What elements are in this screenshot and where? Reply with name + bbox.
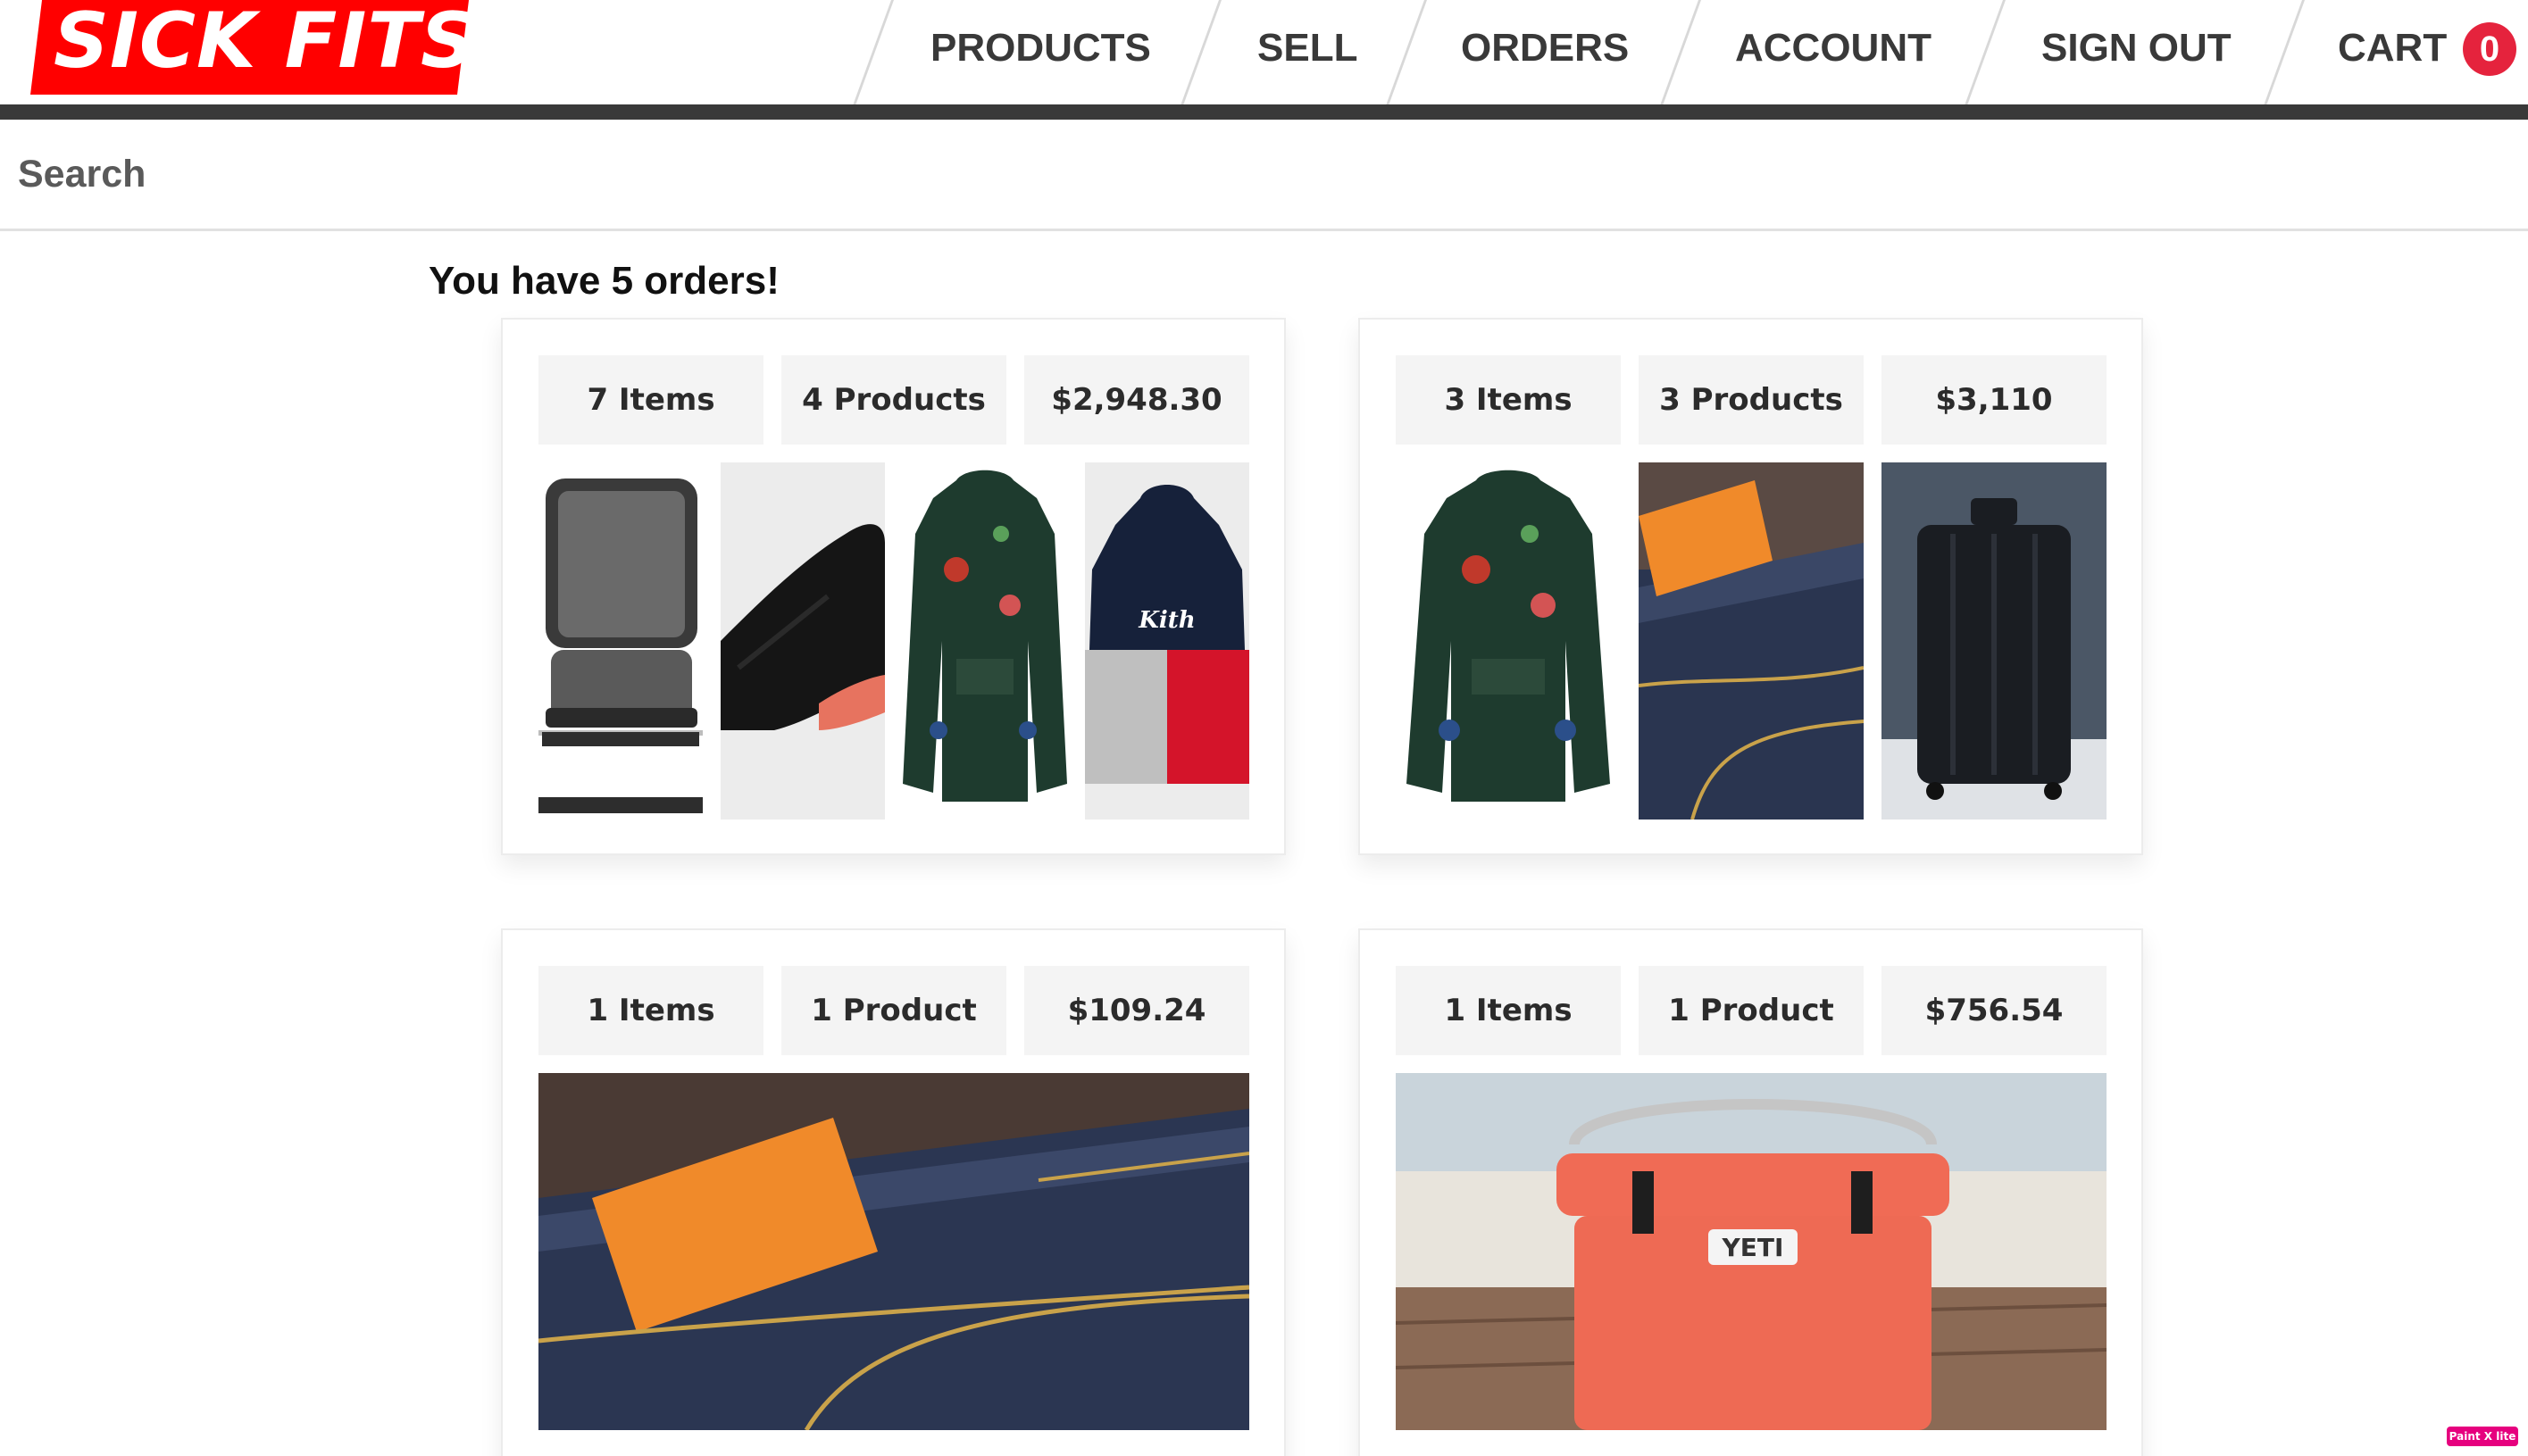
order-meta: 1 Items 1 Product $756.54 (1396, 966, 2107, 1055)
nav-cart[interactable]: CART (2338, 24, 2447, 72)
nav-account[interactable]: ACCOUNT (1735, 24, 1931, 72)
nav-separator (1660, 0, 1701, 104)
svg-text:YETI: YETI (1722, 1233, 1784, 1262)
search-input[interactable] (0, 120, 2528, 229)
nav-orders[interactable]: ORDERS (1461, 24, 1629, 72)
nav-separator (853, 0, 894, 104)
product-image-sneaker (721, 462, 885, 820)
paint-x-lite-badge: Paint X lite (2447, 1427, 2518, 1446)
product-image-anorak (1396, 462, 1621, 820)
order-total: $109.24 (1024, 966, 1249, 1055)
product-image-hoodie: Kith (1085, 462, 1249, 820)
order-item-count: 7 Items (538, 355, 763, 445)
header-divider-bar (0, 104, 2528, 120)
order-images (1396, 462, 2107, 820)
site-header: SICK FITS PRODUCTS SELL ORDERS ACCOUNT S… (0, 0, 2528, 104)
order-card[interactable]: 1 Items 1 Product $109.24 (501, 928, 1286, 1456)
nav-separator (2264, 0, 2305, 104)
order-meta: 3 Items 3 Products $3,110 (1396, 355, 2107, 445)
order-product-count: 1 Product (1639, 966, 1864, 1055)
nav-separator (1965, 0, 2006, 104)
orders-heading: You have 5 orders! (429, 259, 780, 303)
product-image-cooler: YETI (1396, 1073, 2107, 1430)
order-meta: 1 Items 1 Product $109.24 (538, 966, 1249, 1055)
cart-count-badge[interactable]: 0 (2463, 22, 2516, 76)
order-images: YETI (1396, 1073, 2107, 1430)
nav-sell[interactable]: SELL (1257, 24, 1357, 72)
nav-products[interactable]: PRODUCTS (930, 24, 1151, 72)
order-card[interactable]: 1 Items 1 Product $756.54 YETI (1358, 928, 2143, 1456)
order-card[interactable]: 3 Items 3 Products $3,110 (1358, 318, 2143, 855)
order-product-count: 3 Products (1639, 355, 1864, 445)
order-meta: 7 Items 4 Products $2,948.30 (538, 355, 1249, 445)
order-card[interactable]: 7 Items 4 Products $2,948.30 Kith (501, 318, 1286, 855)
product-image-suitcase (1881, 462, 2107, 820)
nav-sign-out[interactable]: SIGN OUT (2041, 24, 2232, 72)
order-item-count: 1 Items (1396, 966, 1621, 1055)
order-item-count: 3 Items (1396, 355, 1621, 445)
order-images (538, 1073, 1249, 1430)
product-image-anorak (903, 462, 1067, 820)
logo-text[interactable]: SICK FITS (54, 0, 477, 86)
nav-separator (1386, 0, 1427, 104)
svg-text:Kith: Kith (1138, 607, 1195, 634)
order-total: $2,948.30 (1024, 355, 1249, 445)
order-images: Kith (538, 462, 1249, 820)
order-product-count: 4 Products (781, 355, 1006, 445)
nav-separator (1181, 0, 1222, 104)
order-total: $756.54 (1881, 966, 2107, 1055)
product-image-jeans (1639, 462, 1864, 820)
order-item-count: 1 Items (538, 966, 763, 1055)
order-total: $3,110 (1881, 355, 2107, 445)
search-bar (0, 120, 2528, 231)
order-product-count: 1 Product (781, 966, 1006, 1055)
product-image-chair (538, 462, 703, 820)
product-image-jeans (538, 1073, 1249, 1430)
